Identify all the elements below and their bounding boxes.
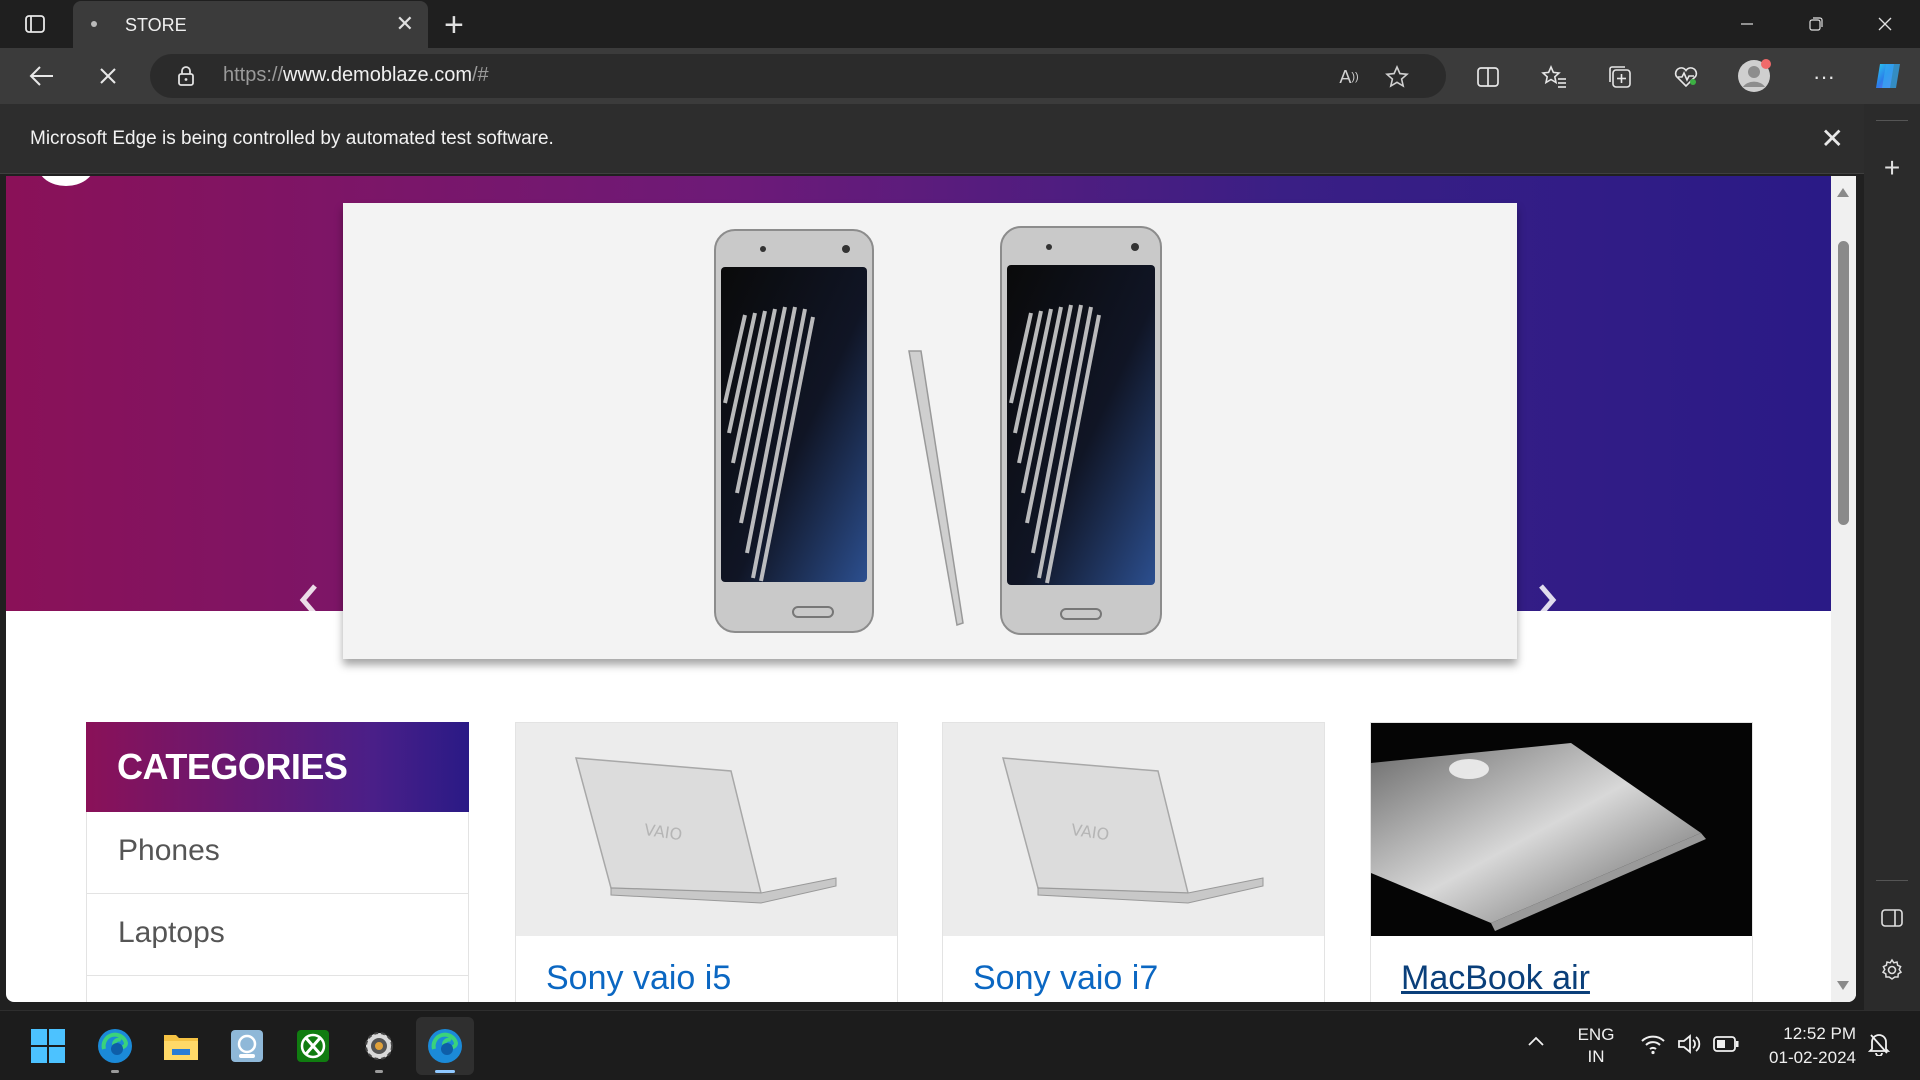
info-bar-message: Microsoft Edge is being controlled by au… [30,128,554,149]
title-bar: STORE ✕ + [0,0,1920,48]
edge-icon [428,1029,462,1063]
tab-loading-icon [91,21,97,27]
xbox-icon [297,1030,329,1062]
windows-taskbar: ENG IN 12:52 PM 01-02-2024 [0,1010,1920,1080]
taskbar-photos-app[interactable] [218,1017,276,1075]
category-next[interactable] [86,976,469,1002]
sidebar-settings-gear-icon[interactable] [1878,956,1906,984]
minimize-button[interactable] [1724,8,1770,40]
product-image-macbook[interactable] [1371,723,1752,936]
back-button[interactable] [22,58,62,94]
taskbar-file-explorer[interactable] [152,1017,210,1075]
language-code: ENG [1577,1025,1615,1044]
product-card: VAIO Sony vaio i7 [942,722,1325,1002]
product-title-link[interactable]: MacBook air [1401,959,1590,998]
category-laptops[interactable]: Laptops [86,894,469,976]
favorites-icon[interactable] [1539,62,1569,92]
browser-toolbar: https://www.demoblaze.com/# A)) ··· [0,48,1920,104]
taskbar-settings-tool[interactable] [350,1017,408,1075]
scroll-down-arrow-icon[interactable] [1837,981,1849,990]
photos-app-icon [231,1030,263,1062]
automation-info-bar: Microsoft Edge is being controlled by au… [0,104,1864,174]
hide-sidebar-icon[interactable] [1878,904,1906,932]
language-region: IN [1587,1047,1605,1066]
gear-app-icon [365,1032,393,1060]
active-indicator [435,1070,455,1073]
read-aloud-icon[interactable]: A)) [1336,64,1362,90]
product-image-laptop[interactable]: VAIO [516,723,897,936]
carousel-slide[interactable] [343,203,1517,659]
browser-essentials-icon[interactable] [1671,62,1701,92]
taskbar-edge-active[interactable] [416,1017,474,1075]
clock-date: 01-02-2024 [1769,1048,1856,1067]
tab-actions-icon[interactable] [21,10,49,38]
collections-icon[interactable] [1605,62,1635,92]
battery-icon[interactable] [1713,1035,1739,1058]
restore-button[interactable] [1793,8,1839,40]
folder-icon [164,1035,198,1060]
phone-product-image [714,226,1162,635]
copilot-icon[interactable] [1870,58,1906,94]
profile-avatar[interactable] [1736,58,1772,94]
close-window-button[interactable] [1862,8,1908,40]
new-tab-button[interactable]: + [444,6,464,45]
page-scrollbar[interactable] [1831,176,1856,1002]
taskbar-xbox[interactable] [284,1017,342,1075]
close-info-bar-icon[interactable]: ✕ [1821,122,1844,155]
scrollbar-thumb[interactable] [1838,241,1849,525]
sidebar-divider [1876,120,1908,121]
tab-title: STORE [125,15,187,35]
categories-panel: CATEGORIES Phones Laptops [86,722,469,1002]
tab-store[interactable]: STORE ✕ [73,1,428,48]
input-language-indicator[interactable]: ENG IN [1574,1024,1618,1068]
edge-icon [98,1029,132,1063]
url-text[interactable]: https://www.demoblaze.com/# [223,64,489,87]
carousel-prev-button[interactable] [294,580,324,620]
favorite-star-icon[interactable] [1384,64,1410,90]
taskbar-edge[interactable] [86,1017,144,1075]
category-phones[interactable]: Phones [86,812,469,894]
categories-heading[interactable]: CATEGORIES [86,722,469,812]
lock-icon[interactable] [176,65,196,92]
product-card: VAIO Sony vaio i5 [515,722,898,1002]
start-button[interactable] [19,1017,77,1075]
product-image-laptop[interactable]: VAIO [943,723,1324,936]
edge-sidebar: + [1864,104,1920,1010]
windows-logo-icon [31,1029,65,1063]
stop-loading-button[interactable] [88,58,128,94]
notifications-icon[interactable] [1867,1032,1891,1061]
sidebar-divider [1876,880,1908,881]
scroll-up-arrow-icon[interactable] [1837,188,1849,197]
running-indicator [375,1070,383,1073]
page-viewport: CATEGORIES Phones Laptops VAIO Sony vaio… [6,176,1856,1002]
address-bar[interactable]: https://www.demoblaze.com/# A)) [150,54,1446,98]
show-hidden-icons-chevron-icon[interactable] [1526,1033,1546,1053]
clock[interactable]: 12:52 PM 01-02-2024 [1756,1022,1856,1070]
volume-icon[interactable] [1677,1033,1703,1060]
more-options-icon[interactable]: ··· [1809,62,1839,92]
wifi-icon[interactable] [1640,1033,1666,1060]
close-tab-icon[interactable]: ✕ [396,11,414,37]
clock-time: 12:52 PM [1783,1024,1856,1043]
carousel-next-button[interactable] [1532,580,1562,620]
add-sidebar-app-icon[interactable]: + [1878,152,1906,183]
product-title-link[interactable]: Sony vaio i7 [973,959,1158,998]
product-card: MacBook air [1370,722,1753,1002]
site-logo-icon[interactable] [38,176,94,186]
product-title-link[interactable]: Sony vaio i5 [546,959,731,998]
running-indicator [111,1070,119,1073]
split-screen-icon[interactable] [1473,62,1503,92]
